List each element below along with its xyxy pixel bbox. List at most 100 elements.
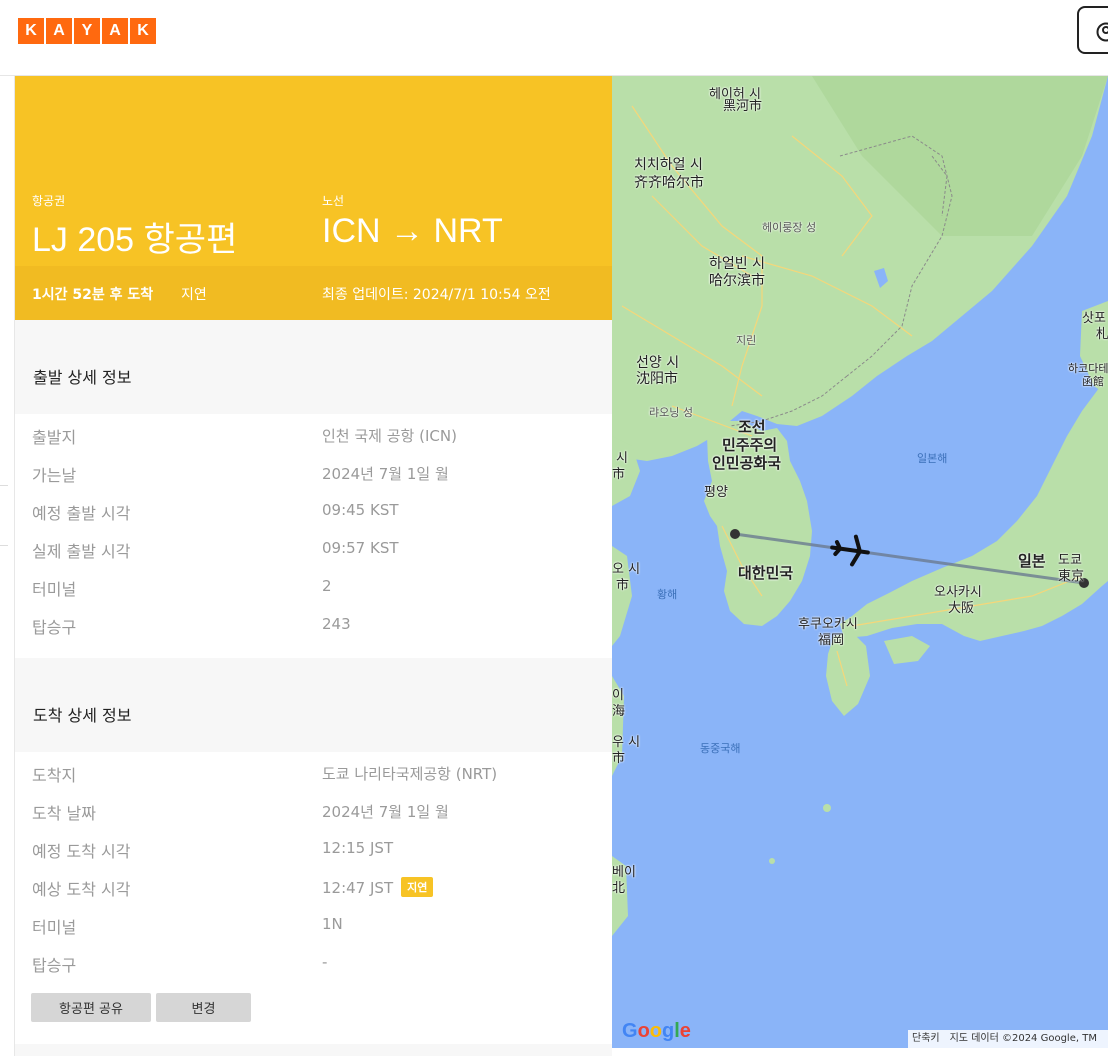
share-flight-button[interactable]: 항공편 공유 [31,993,151,1022]
logo-letter: A [46,18,72,44]
japan-shikoku-land [884,636,930,664]
map-label: 도쿄 [1058,553,1082,568]
map-label: 후쿠오카시 [798,617,858,632]
keyboard-shortcuts-link[interactable]: 단축키 [912,1033,940,1044]
flight-route-map[interactable]: 헤이허 시 黑河市 치치하얼 시 齐齐哈尔市 헤이룽장 성 하얼빈 시 哈尔滨市… [612,76,1108,1048]
map-label: 齐齐哈尔市 [634,175,704,191]
table-row: 실제 출발 시각 09:57 KST [15,528,612,567]
map-label: 조선 [738,418,766,436]
flight-title: LJ 205 항공편 [32,221,238,259]
expected-arrival-time: 12:47 JST [322,879,394,897]
row-label: 가는날 [32,466,77,485]
map-label: 지린 [736,334,757,347]
map-label: 市 [612,467,626,482]
kayak-logo[interactable]: K A Y A K [18,18,156,44]
table-row: 출발지 인천 국제 공항 (ICN) [15,414,612,453]
logo-letter: Y [74,18,100,44]
map-label: 우 시 [612,735,641,750]
map-label: 일본해 [917,452,948,465]
map-label: 민주주의 [722,436,778,454]
map-label: 베이 [612,865,636,880]
user-account-button[interactable] [1077,6,1108,54]
logo-letter: K [130,18,156,44]
row-label: 실제 출발 시각 [32,542,131,561]
flight-summary-banner: 항공권 LJ 205 항공편 노선 ICN → NRT 1시간 52분 후 도착… [15,76,612,320]
last-update: 최종 업데이트: 2024/7/1 10:54 오전 [322,287,551,303]
table-row: 예상 도착 시각 12:47 JST 지연 [15,866,612,905]
map-label: 函館 [1082,375,1104,388]
table-row: 도착지 도쿄 나리타국제공항 (NRT) [15,752,612,791]
map-label: 선양 시 [636,355,680,371]
section-title: 출발 상세 정보 [33,368,132,387]
row-value: 12:15 JST [322,839,394,857]
route-label: 노선 [322,194,345,208]
row-value: 12:47 JST 지연 [322,877,434,897]
change-button[interactable]: 변경 [156,993,251,1022]
map-label: 市 [616,578,630,593]
row-value: 도쿄 나리타국제공항 (NRT) [322,765,498,783]
map-label: 沈阳市 [636,371,678,387]
island [769,858,775,864]
origin-dot [730,529,740,539]
google-logo: Google [622,1020,691,1042]
row-label: 탑승구 [32,956,77,975]
map-label: 일본 [1018,552,1046,570]
divider [0,545,8,546]
row-value: 09:45 KST [322,501,399,519]
table-row: 탑승구 - [15,942,612,980]
map-label: 하얼빈 시 [709,256,765,272]
map-label: 시 [616,451,628,466]
map-data-attribution[interactable]: 지도 데이터 ©2024 Google, TM [950,1033,1097,1044]
map-label: 인민공화국 [712,454,782,472]
row-value: 2024년 7월 1일 월 [322,803,449,821]
row-label: 터미널 [32,918,77,937]
flight-label: 항공권 [32,194,66,208]
island [823,804,831,812]
map-label: 이 [612,688,624,703]
top-header: K A Y A K [0,0,1108,76]
divider [0,485,8,486]
row-value: 09:57 KST [322,539,399,557]
row-value: - [322,953,328,971]
table-row: 예정 도착 시각 12:15 JST [15,828,612,867]
map-label: 海 [612,704,626,719]
map-label: 哈尔滨市 [709,273,765,289]
row-value: 1N [322,915,343,933]
row-label: 터미널 [32,580,77,599]
map-label: 大阪 [948,601,975,616]
china-coast-land [612,546,632,646]
map-label: 오 시 [612,562,641,577]
map-label: 삿포 [1082,311,1106,326]
map-label: 오사카시 [934,585,982,600]
map-label: 헤이룽장 성 [762,221,817,234]
airplane-icon [830,534,870,567]
logo-letter: A [102,18,128,44]
user-icon [1096,22,1108,42]
route-title: ICN → NRT [322,212,503,250]
section-title: 도착 상세 정보 [33,706,132,725]
row-label: 출발지 [32,428,77,447]
flight-status-bar: 1시간 52분 후 도착 지연 최종 업데이트: 2024/7/1 10:54 … [15,266,612,320]
arrival-countdown: 1시간 52분 후 도착 [32,287,154,303]
map-label: 랴오닝 성 [649,406,693,419]
footer-strip [15,1044,612,1056]
map-label: 札 [1096,327,1108,342]
map-label: 황해 [657,588,678,601]
row-label: 예상 도착 시각 [32,880,131,899]
row-value: 243 [322,615,351,633]
row-label: 예정 도착 시각 [32,842,131,861]
map-label: 福岡 [818,633,845,648]
logo-letter: K [18,18,44,44]
map-label: 치치하얼 시 [634,157,703,173]
departure-section-header: 출발 상세 정보 [15,320,612,414]
row-label: 도착지 [32,766,77,785]
row-label: 탑승구 [32,618,77,637]
map-label: 黑河市 [723,99,763,114]
table-row: 가는날 2024년 7월 1일 월 [15,452,612,491]
status-text: 지연 [181,287,207,303]
table-row: 터미널 1N [15,904,612,943]
row-value: 인천 국제 공항 (ICN) [322,427,457,445]
row-label: 도착 날짜 [32,804,96,823]
map-label: 동중국해 [700,742,741,755]
table-row: 도착 날짜 2024년 7월 1일 월 [15,790,612,829]
